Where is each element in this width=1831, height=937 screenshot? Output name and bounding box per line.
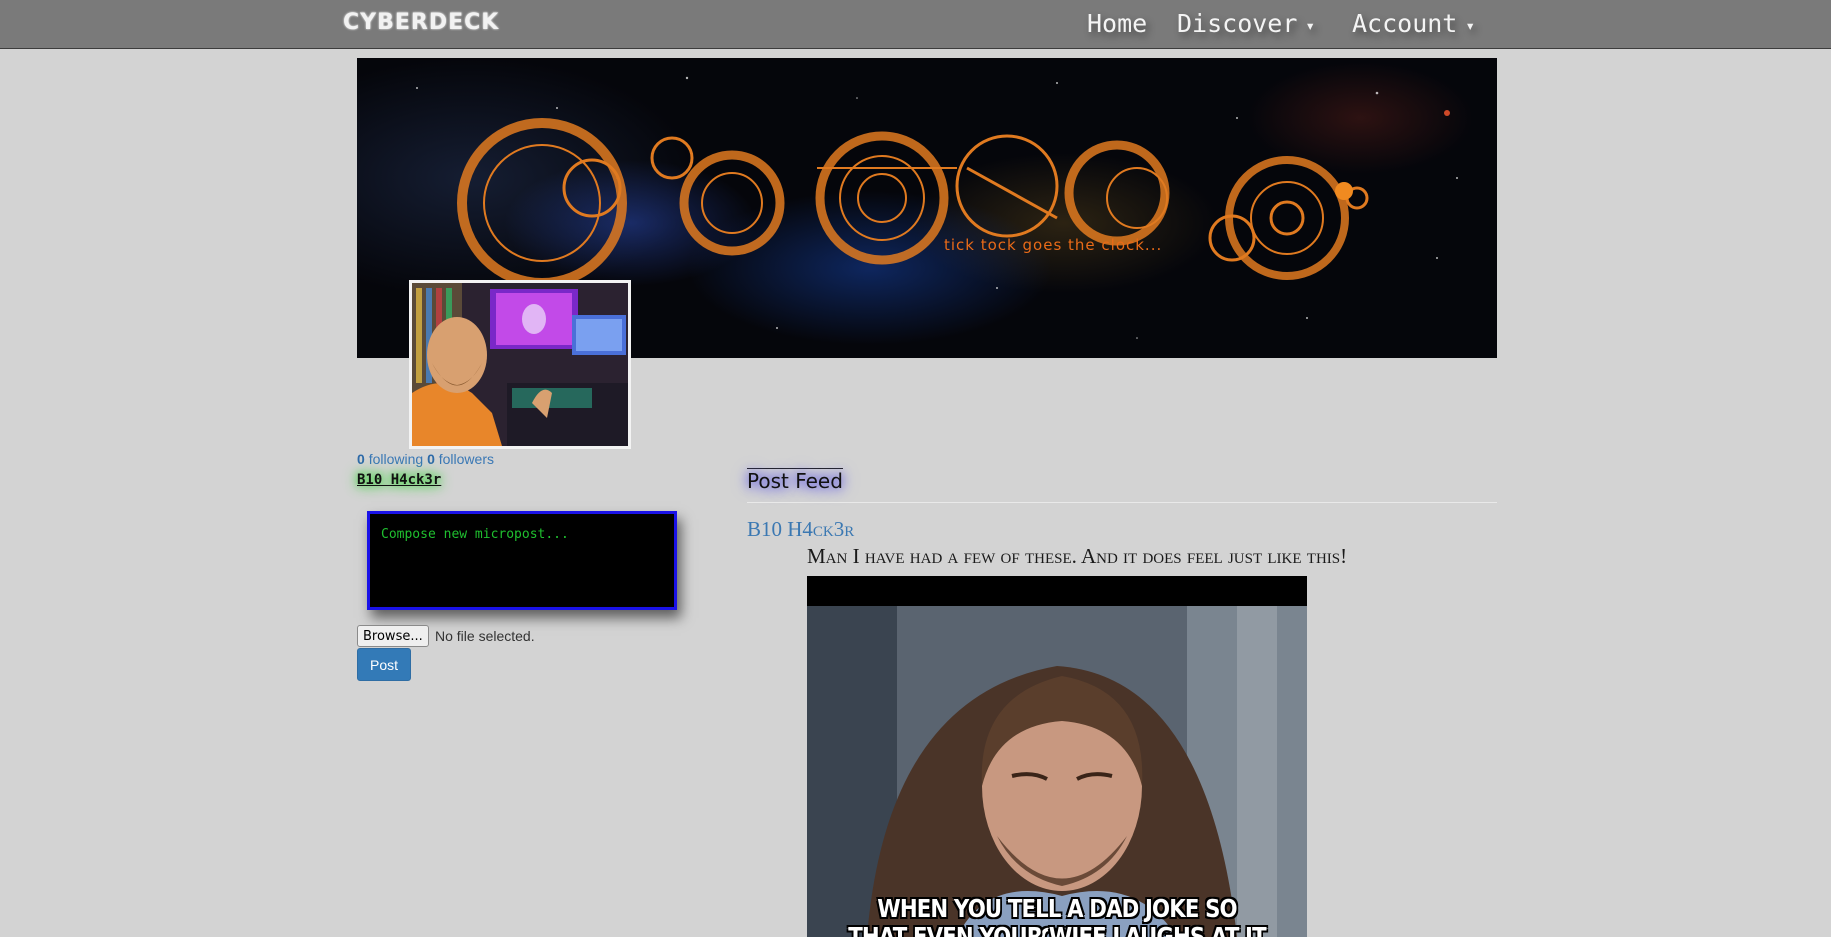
nav-discover-dropdown[interactable]: Discover ▾ <box>1177 9 1315 38</box>
post-author-link[interactable]: B10 H4ck3r <box>747 517 854 542</box>
browse-file-button[interactable]: Browse... <box>357 625 429 647</box>
post-image-photo <box>807 576 1307 937</box>
chevron-down-icon: ▾ <box>1465 15 1475 35</box>
top-navbar: CYBERDECK Home Discover ▾ Account ▾ <box>0 0 1831 49</box>
followers-label: followers <box>438 451 494 467</box>
brand-logo[interactable]: CYBERDECK <box>343 10 499 35</box>
following-link[interactable]: 0 following <box>357 451 423 467</box>
micropost-input[interactable] <box>367 511 677 610</box>
followers-count: 0 <box>427 451 435 467</box>
banner-gallifreyan-rings <box>457 118 1369 288</box>
follow-stats: 0 following 0 followers <box>357 451 494 467</box>
nav-home-link[interactable]: Home <box>1087 9 1147 38</box>
post-button[interactable]: Post <box>357 648 411 681</box>
nav-account-dropdown[interactable]: Account ▾ <box>1352 9 1475 38</box>
banner-orb <box>1335 182 1353 200</box>
avatar-photo <box>412 283 628 446</box>
nav-account-label: Account <box>1352 9 1458 38</box>
nav-discover-label: Discover <box>1177 9 1298 38</box>
feed-divider <box>747 502 1497 503</box>
post-image[interactable]: WHEN YOU TELL A DAD JOKE SO GOOD THAT EV… <box>807 576 1307 937</box>
file-status-text: No file selected. <box>435 628 535 644</box>
banner-red-star <box>1444 110 1450 116</box>
profile-avatar[interactable] <box>409 280 631 449</box>
followers-link[interactable]: 0 followers <box>427 451 494 467</box>
chevron-down-icon: ▾ <box>1305 15 1316 35</box>
following-label: following <box>368 451 424 467</box>
meme-caption-line-2: THAT EVEN YOUR WIFE LAUGHS AT IT <box>848 922 1266 937</box>
feed-title: Post Feed <box>747 468 843 493</box>
following-count: 0 <box>357 451 365 467</box>
banner-tagline: tick tock goes the clock... <box>944 236 1163 254</box>
post-text: Man I have had a few of these. And it do… <box>807 544 1348 568</box>
profile-username[interactable]: B10 H4ck3r <box>357 472 441 488</box>
